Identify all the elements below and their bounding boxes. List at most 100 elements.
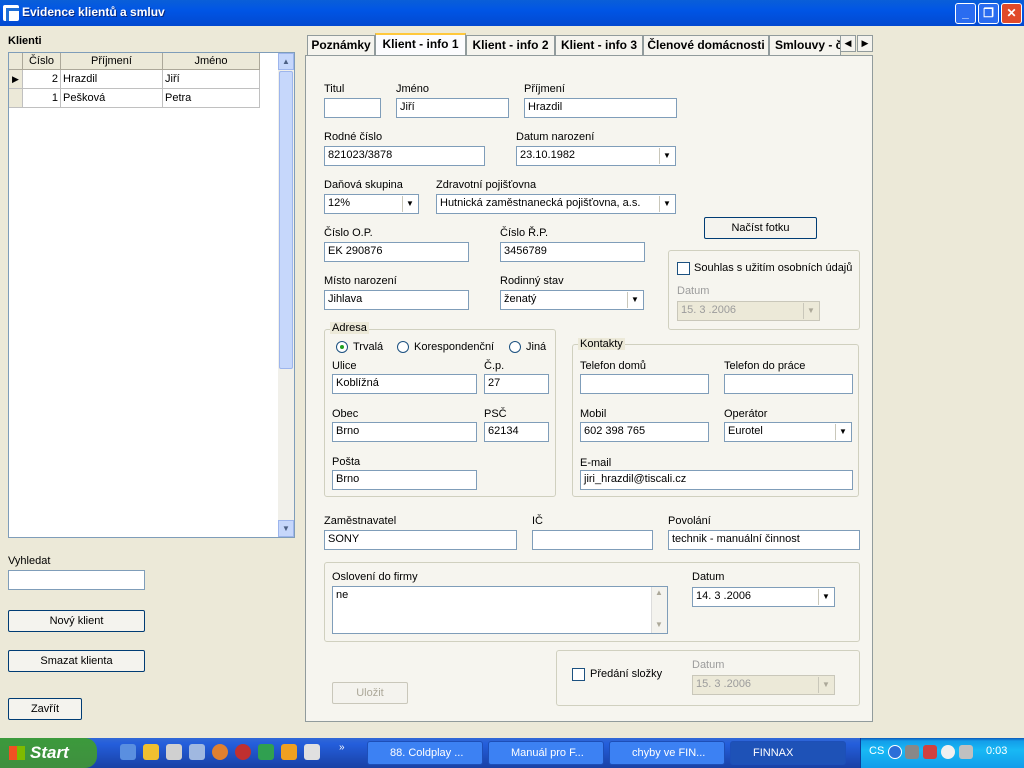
app-icon-gray[interactable] [304,744,320,760]
tab-scroll-left-icon[interactable]: ◀ [840,35,856,52]
taskbar-item-manual[interactable]: Manuál pro F... [488,741,604,765]
radio-trvala[interactable] [336,341,348,353]
chevron-down-icon[interactable]: ▼ [402,196,417,212]
tab-poznamky[interactable]: Poznámky [307,35,375,56]
email-field[interactable]: jiri_hrazdil@tiscali.cz [580,470,853,490]
media-icon[interactable] [143,744,159,760]
close-window-button[interactable]: ✕ [1001,3,1022,24]
datum-narozeni-combo[interactable]: 23.10.1982 ▼ [516,146,676,166]
tray-icon-3[interactable] [941,745,955,759]
start-button[interactable]: Start [0,738,97,768]
column-header-cislo[interactable]: Číslo [23,53,61,70]
chevron-down-icon[interactable]: ▼ [659,148,674,164]
osloveni-label: Oslovení do firmy [332,571,418,583]
danova-skupina-combo[interactable]: 12% ▼ [324,194,419,214]
minimize-button[interactable]: _ [955,3,976,24]
chevron-down-icon[interactable]: ▼ [627,292,642,308]
tab-klient-info-1[interactable]: Klient - info 1 [375,33,466,57]
table-cell-cislo[interactable]: 2 [23,70,61,89]
tray-arrow-icon[interactable] [888,745,902,759]
save-icon[interactable] [166,744,182,760]
chevron-down-icon[interactable]: ▼ [659,196,674,212]
tab-klient-info-2[interactable]: Klient - info 2 [466,35,555,56]
new-client-button[interactable]: Nový klient [8,610,145,632]
taskbar-item-finnax[interactable]: FINNAX [730,741,846,765]
column-header-jmeno[interactable]: Jméno [163,53,260,70]
chevron-down-icon[interactable]: ▼ [835,424,850,440]
scroll-up-icon[interactable]: ▲ [278,53,294,70]
mobil-field[interactable]: 602 398 765 [580,422,709,442]
quicklaunch-more-icon[interactable]: » [339,742,345,753]
jmeno-field[interactable]: Jiří [396,98,509,118]
tab-clenove-domacnosti[interactable]: Členové domácnosti [643,35,769,56]
cp-field[interactable]: 27 [484,374,549,394]
winamp-icon[interactable] [281,744,297,760]
obec-field[interactable]: Brno [332,422,477,442]
pojistovna-label: Zdravotní pojišťovna [436,179,537,191]
volume-icon[interactable] [959,745,973,759]
document-icon[interactable] [189,744,205,760]
tab-scroll-right-icon[interactable]: ▶ [857,35,873,52]
close-button[interactable]: Zavřít [8,698,82,720]
app-icon-red[interactable] [235,744,251,760]
psc-field[interactable]: 62134 [484,422,549,442]
tel-prace-field[interactable] [724,374,853,394]
textarea-scrollbar[interactable]: ▲ ▼ [651,587,667,633]
table-cell-prijmeni[interactable]: Hrazdil [61,70,163,89]
tray-icon-2[interactable] [923,745,937,759]
predani-datum-label: Datum [692,659,725,671]
prijmeni-field[interactable]: Hrazdil [524,98,677,118]
misto-narozeni-field[interactable]: Jihlava [324,290,469,310]
scroll-thumb[interactable] [279,71,293,369]
osloveni-textarea[interactable]: ne ▲ ▼ [332,586,668,634]
language-indicator[interactable]: CS [869,745,884,757]
maximize-button[interactable]: ❐ [978,3,999,24]
delete-client-button[interactable]: Smazat klienta [8,650,145,672]
cislo-rp-field[interactable]: 3456789 [500,242,645,262]
scroll-up-icon[interactable]: ▲ [655,588,663,597]
table-cell-jmeno[interactable]: Petra [163,89,260,108]
ulice-field[interactable]: Koblížná [332,374,477,394]
firefox-icon[interactable] [212,744,228,760]
cislo-op-field[interactable]: EK 290876 [324,242,469,262]
tab-klient-info-3[interactable]: Klient - info 3 [555,35,643,56]
table-cell-jmeno[interactable]: Jiří [163,70,260,89]
tab-smlouvy[interactable]: Smlouvy - č [769,35,841,56]
operator-combo[interactable]: Eurotel ▼ [724,422,852,442]
ic-field[interactable] [532,530,653,550]
clients-grid[interactable]: Číslo Příjmení Jméno ▶ 2 Hrazdil Jiří 1 … [8,52,295,538]
search-input[interactable] [8,570,145,590]
osloveni-datum-label: Datum [692,571,725,583]
load-photo-button[interactable]: Načíst fotku [704,217,817,239]
app-icon-green[interactable] [258,744,274,760]
predani-checkbox[interactable] [572,668,585,681]
titul-field[interactable] [324,98,381,118]
email-label: E-mail [580,457,612,469]
rodne-cislo-field[interactable]: 821023/3878 [324,146,485,166]
tel-domu-field[interactable] [580,374,709,394]
column-header-prijmeni[interactable]: Příjmení [61,53,163,70]
table-cell-prijmeni[interactable]: Pešková [61,89,163,108]
posta-field[interactable]: Brno [332,470,477,490]
radio-jina[interactable] [509,341,521,353]
radio-korespondencni[interactable] [397,341,409,353]
tray-icon-1[interactable] [905,745,919,759]
chevron-down-icon[interactable]: ▼ [818,589,833,605]
souhlas-checkbox[interactable] [677,262,690,275]
table-cell-cislo[interactable]: 1 [23,89,61,108]
scroll-down-icon[interactable]: ▼ [655,620,663,629]
scroll-down-icon[interactable]: ▼ [278,520,294,537]
taskbar-item-coldplay[interactable]: 88. Coldplay ... [367,741,483,765]
pojistovna-combo[interactable]: Hutnická zaměstnanecká pojišťovna, a.s. ▼ [436,194,676,214]
rodne-cislo-label: Rodné číslo [324,131,383,143]
ie-icon[interactable] [120,744,136,760]
povolani-field[interactable]: technik - manuální činnost [668,530,860,550]
save-button[interactable]: Uložit [332,682,408,704]
osloveni-datum-value: 14. 3 .2006 [696,590,752,602]
osloveni-datum-combo[interactable]: 14. 3 .2006 ▼ [692,587,835,607]
zamestnavatel-field[interactable]: SONY [324,530,517,550]
rodinny-stav-value: ženatý [504,293,537,305]
rodinny-stav-combo[interactable]: ženatý ▼ [500,290,644,310]
grid-scrollbar[interactable]: ▲ ▼ [278,53,294,537]
taskbar-item-chyby[interactable]: chyby ve FIN... [609,741,725,765]
